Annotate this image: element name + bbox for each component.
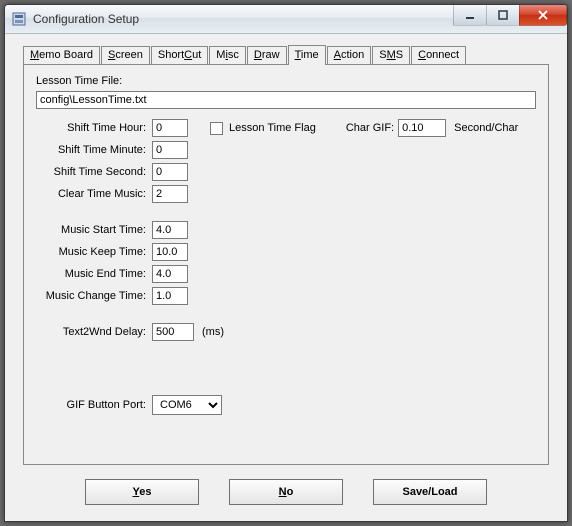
- music-start-time-input[interactable]: [152, 221, 188, 239]
- gif-button-port-label: GIF Button Port:: [36, 399, 152, 411]
- titlebar: Configuration Setup: [5, 5, 567, 34]
- configuration-setup-window: Configuration Setup Memo Board Screen Sh…: [4, 4, 568, 522]
- maximize-button[interactable]: [486, 5, 520, 26]
- text2wnd-delay-input[interactable]: [152, 323, 194, 341]
- tab-draw[interactable]: Draw: [247, 46, 287, 64]
- tab-time[interactable]: Time: [288, 45, 326, 65]
- yes-button[interactable]: Yes: [85, 479, 199, 505]
- no-button[interactable]: No: [229, 479, 343, 505]
- clear-time-music-label: Clear Time Music:: [36, 188, 152, 200]
- tab-shortcut[interactable]: ShortCut: [151, 46, 208, 64]
- text2wnd-delay-suffix: (ms): [202, 326, 224, 338]
- char-gif-suffix: Second/Char: [454, 122, 518, 134]
- tabstrip: Memo Board Screen ShortCut Misc Draw Tim…: [23, 43, 561, 64]
- tab-action[interactable]: Action: [327, 46, 372, 64]
- music-keep-time-label: Music Keep Time:: [36, 246, 152, 258]
- music-start-time-label: Music Start Time:: [36, 224, 152, 236]
- char-gif-label: Char GIF:: [346, 122, 394, 134]
- tab-sms[interactable]: SMS: [372, 46, 410, 64]
- music-end-time-label: Music End Time:: [36, 268, 152, 280]
- lesson-time-file-label: Lesson Time File:: [36, 75, 122, 87]
- music-end-time-input[interactable]: [152, 265, 188, 283]
- tab-screen[interactable]: Screen: [101, 46, 150, 64]
- char-gif-input[interactable]: [398, 119, 446, 137]
- shift-time-second-input[interactable]: [152, 163, 188, 181]
- tab-memo-board[interactable]: Memo Board: [23, 46, 100, 64]
- lesson-time-file-input[interactable]: [36, 91, 536, 109]
- music-keep-time-input[interactable]: [152, 243, 188, 261]
- music-change-time-input[interactable]: [152, 287, 188, 305]
- window-title: Configuration Setup: [33, 12, 139, 26]
- save-load-button[interactable]: Save/Load: [373, 479, 487, 505]
- music-change-time-label: Music Change Time:: [36, 290, 152, 302]
- shift-time-second-label: Shift Time Second:: [36, 166, 152, 178]
- clear-time-music-input[interactable]: [152, 185, 188, 203]
- lesson-time-flag-checkbox[interactable]: [210, 122, 223, 135]
- gif-button-port-select[interactable]: COM6: [152, 395, 222, 415]
- shift-time-hour-label: Shift Time Hour:: [36, 122, 152, 134]
- shift-time-hour-input[interactable]: [152, 119, 188, 137]
- close-button[interactable]: [519, 5, 567, 26]
- tab-connect[interactable]: Connect: [411, 46, 466, 64]
- lesson-time-flag-label: Lesson Time Flag: [229, 122, 316, 134]
- tab-page-time: Lesson Time File: Shift Time Hour: Lesso…: [23, 64, 549, 465]
- dialog-button-row: Yes No Save/Load: [11, 479, 561, 505]
- shift-time-minute-input[interactable]: [152, 141, 188, 159]
- text2wnd-delay-label: Text2Wnd Delay:: [36, 326, 152, 338]
- tab-misc[interactable]: Misc: [209, 46, 246, 64]
- app-icon: [11, 11, 27, 27]
- shift-time-minute-label: Shift Time Minute:: [36, 144, 152, 156]
- minimize-button[interactable]: [453, 5, 487, 26]
